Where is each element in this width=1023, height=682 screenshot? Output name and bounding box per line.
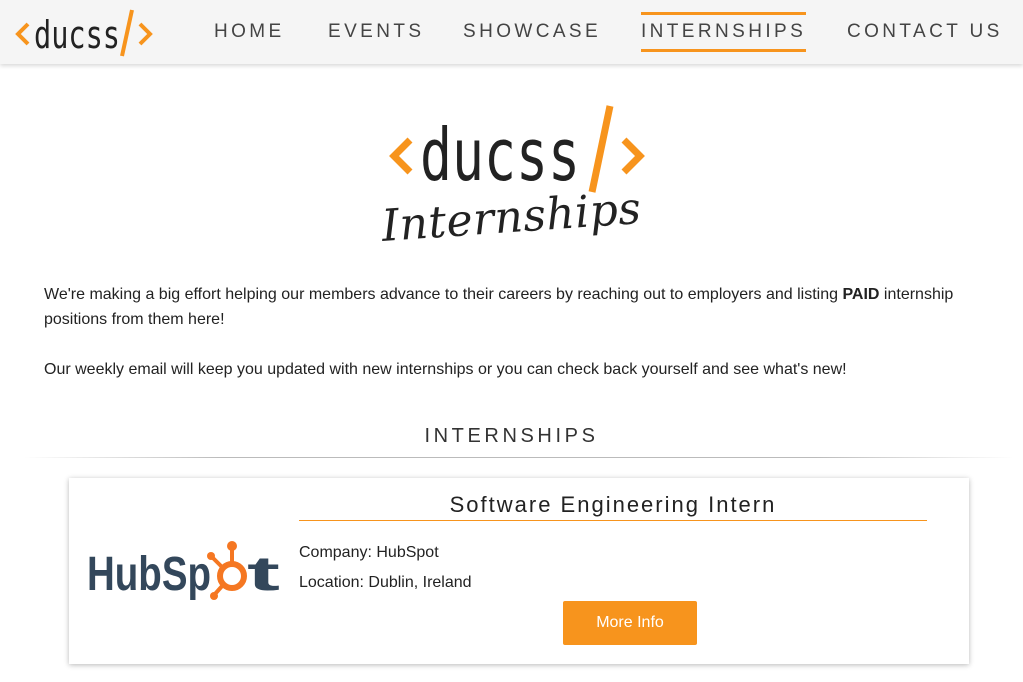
nav-contact-us[interactable]: CONTACT US [847, 18, 1003, 48]
nav-home[interactable]: HOME [214, 18, 285, 48]
svg-text:ducss: ducss [34, 13, 120, 57]
svg-text:ducss: ducss [420, 113, 580, 196]
nav-internships[interactable]: INTERNSHIPS [641, 12, 807, 52]
intro-paragraph-2: Our weekly email will keep you updated w… [44, 361, 847, 378]
section-title: INTERNSHIPS [424, 425, 599, 447]
job-title: Software Engineering Intern [449, 492, 777, 517]
svg-text:HubSp: HubSp [87, 548, 211, 601]
intro-paid-emphasis: PAID [842, 286, 880, 303]
top-navbar: ducss HOME EVENTS SHOWCASE INTERNSHIPS C… [0, 0, 1023, 64]
location-label: Location: Dublin, Ireland [299, 574, 472, 591]
nav-showcase[interactable]: SHOWCASE [463, 18, 601, 48]
internship-card: HubSp t Software Engineering Intern Comp… [69, 478, 969, 664]
intro-paragraph-1: We're making a big effort helping our me… [44, 282, 984, 332]
ducss-logo[interactable]: ducss [14, 4, 156, 60]
hubspot-logo: HubSp t [87, 541, 280, 601]
svg-text:t: t [247, 548, 280, 601]
intro-text-1: We're making a big effort helping our me… [44, 286, 843, 303]
section-divider [24, 457, 1014, 458]
job-title-underline [299, 520, 927, 521]
hero-ducss-logo: ducss [389, 105, 645, 196]
more-info-button[interactable]: More Info [563, 601, 697, 645]
company-label: Company: HubSpot [299, 544, 439, 561]
nav-events[interactable]: EVENTS [328, 18, 424, 48]
